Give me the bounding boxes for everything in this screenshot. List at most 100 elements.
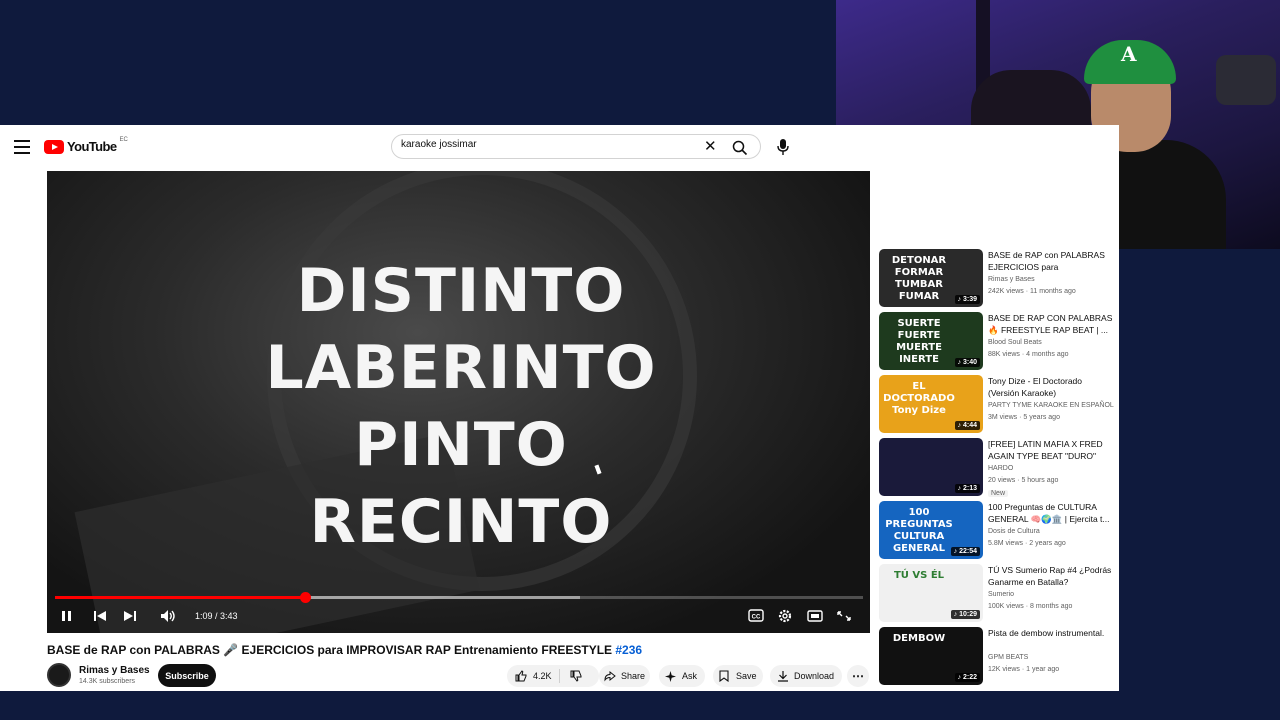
- channel-name[interactable]: Rimas y Bases: [79, 665, 150, 676]
- related-channel[interactable]: Sumerio: [988, 591, 1014, 598]
- next-icon[interactable]: [123, 607, 137, 625]
- share-button[interactable]: Share: [599, 665, 650, 687]
- menu-icon[interactable]: [14, 140, 30, 154]
- share-label: Share: [621, 671, 646, 681]
- related-channel[interactable]: Dosis de Cultura: [988, 528, 1040, 535]
- related-thumbnail[interactable]: DEMBOW ♪ 2:22: [879, 627, 983, 685]
- cap-logo: A: [1121, 42, 1137, 66]
- related-video-item[interactable]: DETONAR FORMAR TUMBAR FUMAR ♪ 3:39 BASE de…: [879, 249, 1119, 309]
- ask-button[interactable]: Ask: [659, 665, 705, 687]
- related-video-item[interactable]: ♪ 2:13 [FREE] LATIN MAFIA X FRED AGAIN TY…: [879, 438, 1119, 498]
- related-thumbnail[interactable]: DETONAR FORMAR TUMBAR FUMAR ♪ 3:39: [879, 249, 983, 307]
- logo-text: YouTube: [67, 139, 117, 154]
- logo-country: EC: [119, 136, 128, 143]
- volume-icon[interactable]: [160, 607, 176, 625]
- related-video-item[interactable]: SUERTE FUERTE MUERTE INERTE ♪ 3:40 BASE DE…: [879, 312, 1119, 372]
- duration-badge: ♪ 22:54: [950, 547, 980, 556]
- related-meta: 20 views · 5 hours ago: [988, 477, 1059, 484]
- related-title[interactable]: [FREE] LATIN MAFIA X FRED AGAIN TYPE BEA…: [988, 438, 1114, 462]
- related-channel[interactable]: Rimas y Bases: [988, 276, 1035, 283]
- related-channel[interactable]: GPM BEATS: [988, 654, 1028, 661]
- download-icon: [778, 671, 788, 682]
- more-icon: ⋯: [852, 669, 864, 683]
- mic-icon[interactable]: [776, 138, 790, 156]
- thumbs-up-icon: [515, 670, 527, 682]
- save-button[interactable]: Save: [713, 665, 763, 687]
- search-box: ✕: [391, 134, 761, 159]
- related-video-item[interactable]: DEMBOW ♪ 2:22 Pista de dembow instrumental…: [879, 627, 1119, 687]
- related-thumbnail[interactable]: TÚ VS ÉL ♪ 10:29: [879, 564, 983, 622]
- more-actions-button[interactable]: ⋯: [847, 665, 869, 687]
- related-title[interactable]: TÚ VS Sumerio Rap #4 ¿Podrás Ganarme en …: [988, 564, 1114, 588]
- related-title[interactable]: Tony Dize - El Doctorado (Versión Karaok…: [988, 375, 1114, 399]
- related-thumbnail[interactable]: ♪ 2:13: [879, 438, 983, 496]
- new-badge: New: [988, 490, 1009, 497]
- duration-badge: ♪ 3:39: [954, 295, 980, 304]
- share-icon: [604, 670, 616, 682]
- related-channel[interactable]: HARDO: [988, 465, 1013, 472]
- video-title: BASE de RAP con PALABRAS 🎤 EJERCICIOS pa…: [47, 643, 642, 657]
- related-video-item[interactable]: 100 PREGUNTAS CULTURA GENERAL ♪ 22:54 100 …: [879, 501, 1119, 561]
- subscribe-button[interactable]: Subscribe: [158, 664, 216, 687]
- related-title[interactable]: 100 Preguntas de CULTURA GENERAL 🧠🌍🏛️ | …: [988, 501, 1114, 525]
- video-player[interactable]: DISTINTO LABERINTO PINTO RECINTO 1:09 / …: [47, 171, 870, 633]
- camera-device: [1216, 55, 1276, 105]
- related-thumbnail[interactable]: SUERTE FUERTE MUERTE INERTE ♪ 3:40: [879, 312, 983, 370]
- progress-bar[interactable]: [55, 592, 863, 603]
- theater-icon[interactable]: [807, 607, 823, 625]
- progress-fill: [55, 596, 305, 599]
- bookmark-icon: [719, 670, 729, 682]
- lyric-line: LABERINTO: [265, 333, 657, 403]
- hashtag-link[interactable]: #236: [615, 643, 642, 657]
- ask-label: Ask: [682, 671, 698, 681]
- thumbnail-text: DETONAR FORMAR TUMBAR FUMAR: [891, 255, 947, 302]
- subscriber-count: 14.3K subscribers: [79, 678, 136, 685]
- settings-icon[interactable]: [777, 607, 793, 625]
- youtube-logo[interactable]: YouTube EC: [44, 136, 128, 154]
- related-title[interactable]: Pista de dembow instrumental.: [988, 627, 1114, 639]
- related-video-item[interactable]: EL DOCTORADO Tony Dize ♪ 4:44 Tony Dize - …: [879, 375, 1119, 435]
- pause-icon[interactable]: [61, 607, 73, 625]
- thumbnail-text: SUERTE FUERTE MUERTE INERTE: [896, 318, 942, 365]
- clear-icon[interactable]: ✕: [704, 138, 717, 156]
- duration-badge: ♪ 10:29: [950, 610, 980, 619]
- related-thumbnail[interactable]: 100 PREGUNTAS CULTURA GENERAL ♪ 22:54: [879, 501, 983, 559]
- related-meta: 3M views · 5 years ago: [988, 414, 1060, 421]
- previous-icon[interactable]: [93, 607, 107, 625]
- download-button[interactable]: Download: [770, 665, 842, 687]
- duration-badge: ♪ 2:13: [954, 484, 980, 493]
- lyric-line: DISTINTO: [296, 256, 626, 326]
- related-thumbnail[interactable]: EL DOCTORADO Tony Dize ♪ 4:44: [879, 375, 983, 433]
- scrubber-handle[interactable]: [299, 592, 311, 603]
- duration-badge: ♪ 3:40: [954, 358, 980, 367]
- like-dislike-group: 4.2K: [507, 665, 599, 687]
- search-icon[interactable]: [732, 140, 748, 156]
- channel-avatar[interactable]: [47, 663, 71, 687]
- masthead: YouTube EC ✕: [0, 129, 838, 169]
- fullscreen-icon[interactable]: [837, 607, 851, 625]
- time-display: 1:09 / 3:43: [195, 611, 238, 621]
- captions-icon[interactable]: CC: [748, 607, 764, 625]
- save-label: Save: [736, 671, 757, 681]
- thumbnail-text: TÚ VS ÉL: [893, 570, 945, 581]
- related-channel[interactable]: Blood Soul Beats: [988, 339, 1042, 346]
- related-title[interactable]: BASE DE RAP CON PALABRAS 🔥 FREESTYLE RAP…: [988, 312, 1114, 336]
- thumbnail-text: 100 PREGUNTAS CULTURA GENERAL: [885, 507, 953, 554]
- related-video-item[interactable]: TÚ VS ÉL ♪ 10:29 TÚ VS Sumerio Rap #4 ¿Pod…: [879, 564, 1119, 624]
- thumbnail-text: DEMBOW: [892, 633, 946, 644]
- lyric-line: RECINTO: [309, 487, 613, 557]
- related-title[interactable]: BASE de RAP con PALABRAS EJERCICIOS para…: [988, 249, 1114, 273]
- related-channel[interactable]: PARTY TYME KARAOKE EN ESPAÑOL: [988, 402, 1114, 409]
- lyrics-overlay: DISTINTO LABERINTO PINTO RECINTO: [47, 253, 870, 561]
- lyric-line: PINTO: [354, 410, 568, 480]
- sparkle-icon: [665, 670, 676, 682]
- related-meta: 88K views · 4 months ago: [988, 351, 1069, 358]
- video-title-text: BASE de RAP con PALABRAS 🎤 EJERCICIOS pa…: [47, 643, 616, 657]
- duration-badge: ♪ 4:44: [954, 421, 980, 430]
- like-count: 4.2K: [533, 671, 552, 681]
- youtube-window: YouTube EC ✕ DISTINTO LABERINTO PINTO RE…: [0, 125, 1119, 691]
- duration-badge: ♪ 2:22: [954, 673, 980, 682]
- like-button[interactable]: 4.2K: [507, 669, 560, 683]
- search-input[interactable]: [401, 139, 691, 150]
- thumbs-down-icon[interactable]: [570, 670, 582, 682]
